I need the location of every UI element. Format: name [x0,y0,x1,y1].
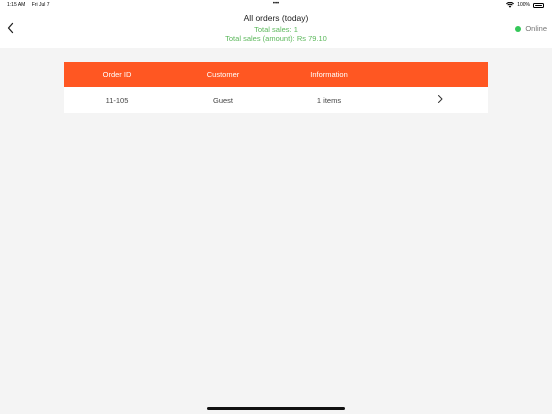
table-row[interactable]: 11-105 Guest 1 items [64,87,488,113]
page-title: All orders (today) [243,13,309,23]
online-label: Online [525,24,547,33]
multitasking-dots[interactable]: ••• [268,1,284,7]
online-dot-icon [515,25,522,32]
column-header-information: Information [310,70,348,79]
orders-table: Order ID Customer Information 11-105 Gue… [64,62,488,113]
online-status: Online [515,24,547,33]
status-time: 1:15 AM [7,2,26,8]
column-header-customer: Customer [206,70,240,79]
cell-order-id: 11-105 [105,95,129,105]
status-bar: 1:15 AM Fri Jul 7 ••• 100% [0,0,552,10]
battery-icon [533,2,544,8]
chevron-right-icon[interactable] [436,94,444,104]
total-sales-amount: Total sales (amount): Rs 79.10 [225,34,327,43]
wifi-icon [506,2,515,8]
page-header: All orders (today) Total sales: 1 Total … [0,10,552,48]
home-indicator[interactable] [207,407,345,410]
battery-percentage: 100% [517,2,530,8]
total-sales-count: Total sales: 1 [254,25,298,34]
cell-action[interactable] [382,94,488,106]
column-header-order-id: Order ID [102,70,132,79]
table-header: Order ID Customer Information [64,62,488,87]
status-date: Fri Jul 7 [31,2,50,8]
cell-information: 1 items [316,95,342,105]
cell-customer: Guest [212,95,233,105]
